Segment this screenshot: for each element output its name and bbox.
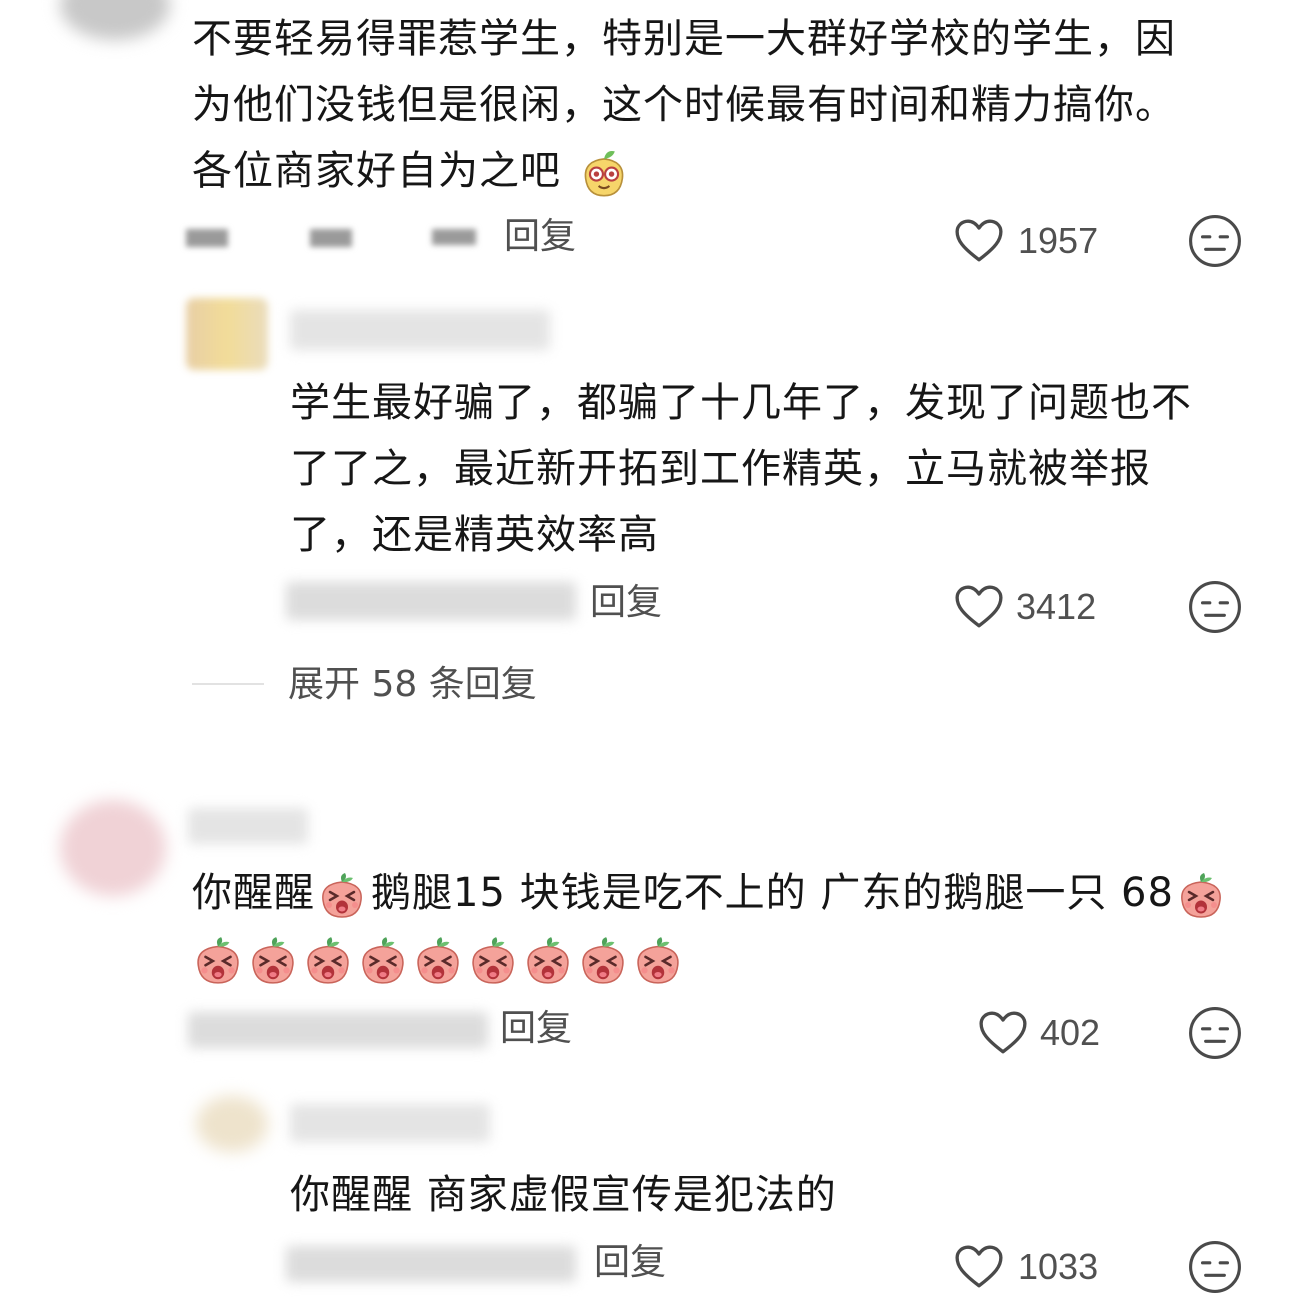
crying-peach-icon	[251, 935, 295, 985]
comment-meta-blurred	[188, 1012, 488, 1048]
neutral-face-icon[interactable]	[1188, 580, 1242, 634]
neutral-face-icon[interactable]	[1188, 1240, 1242, 1294]
crying-peach-icon	[526, 935, 570, 985]
comment-text-line: 各位商家好自为之吧	[192, 138, 633, 204]
comment-text-segment: 鹅腿15 块钱是吃不上的 广东的鹅腿一只 68	[371, 870, 1174, 916]
comment-time	[186, 229, 228, 247]
reply-button[interactable]: 回复	[504, 214, 576, 260]
crying-peach-icon	[306, 935, 350, 985]
neutral-face-icon[interactable]	[1188, 1006, 1242, 1060]
crying-peach-icon	[416, 935, 460, 985]
comment-text-line: 不要轻易得罪惹学生，特别是一大群好学校的学生，因	[192, 16, 1176, 62]
username[interactable]	[188, 808, 308, 844]
comment-text-line: 你醒醒 鹅腿15 块钱是吃不上的 广东的鹅腿一只 68	[192, 860, 1230, 926]
crying-peach-icon	[321, 871, 363, 919]
heart-outline-icon[interactable]	[954, 218, 1004, 264]
comment-meta-blurred	[286, 582, 576, 620]
neutral-face-icon[interactable]	[1188, 214, 1242, 268]
crying-peach-icon	[471, 935, 515, 985]
comment-text-segment: 你醒醒	[192, 870, 315, 916]
divider	[192, 683, 264, 685]
comment-location	[310, 229, 352, 247]
username[interactable]	[290, 310, 550, 350]
heart-outline-icon[interactable]	[978, 1010, 1028, 1056]
reply-button[interactable]: 回复	[500, 1006, 572, 1052]
crying-peach-icon	[636, 935, 680, 985]
crying-peach-icon	[1180, 871, 1222, 919]
comment-text-line: 学生最好骗了，都骗了十几年了，发现了问题也不	[290, 380, 1192, 426]
comment-text-line: 了，还是精英效率高	[290, 512, 659, 558]
expand-replies-button[interactable]: 展开 58 条回复	[288, 662, 537, 708]
comment-text-line: 你醒醒 商家虚假宣传是犯法的	[290, 1172, 837, 1218]
comment-text-line: 了了之，最近新开拓到工作精英，立马就被举报	[290, 446, 1151, 492]
avatar[interactable]	[186, 298, 268, 370]
heart-outline-icon[interactable]	[954, 1244, 1004, 1290]
comment-text-line: 为他们没钱但是很闲，这个时候最有时间和精力搞你。	[192, 82, 1176, 128]
avatar[interactable]	[196, 1096, 268, 1152]
username[interactable]	[290, 1104, 490, 1142]
like-count: 3412	[1016, 586, 1097, 627]
emoji-row	[192, 934, 687, 988]
comment-meta-blurred	[286, 1246, 576, 1282]
reply-button[interactable]: 回复	[594, 1240, 666, 1286]
like-count: 1957	[1018, 220, 1099, 261]
like-count: 402	[1040, 1012, 1101, 1053]
avatar[interactable]	[60, 800, 166, 896]
comment-author-tag	[432, 229, 476, 245]
heart-outline-icon[interactable]	[954, 584, 1004, 630]
avatar[interactable]	[60, 0, 170, 40]
crying-peach-icon	[196, 935, 240, 985]
reply-button[interactable]: 回复	[590, 580, 662, 626]
crying-peach-icon	[581, 935, 625, 985]
like-count: 1033	[1018, 1246, 1099, 1287]
comment-text-segment: 各位商家好自为之吧	[192, 148, 561, 194]
crying-peach-icon	[361, 935, 405, 985]
mango-face-icon	[584, 151, 624, 197]
